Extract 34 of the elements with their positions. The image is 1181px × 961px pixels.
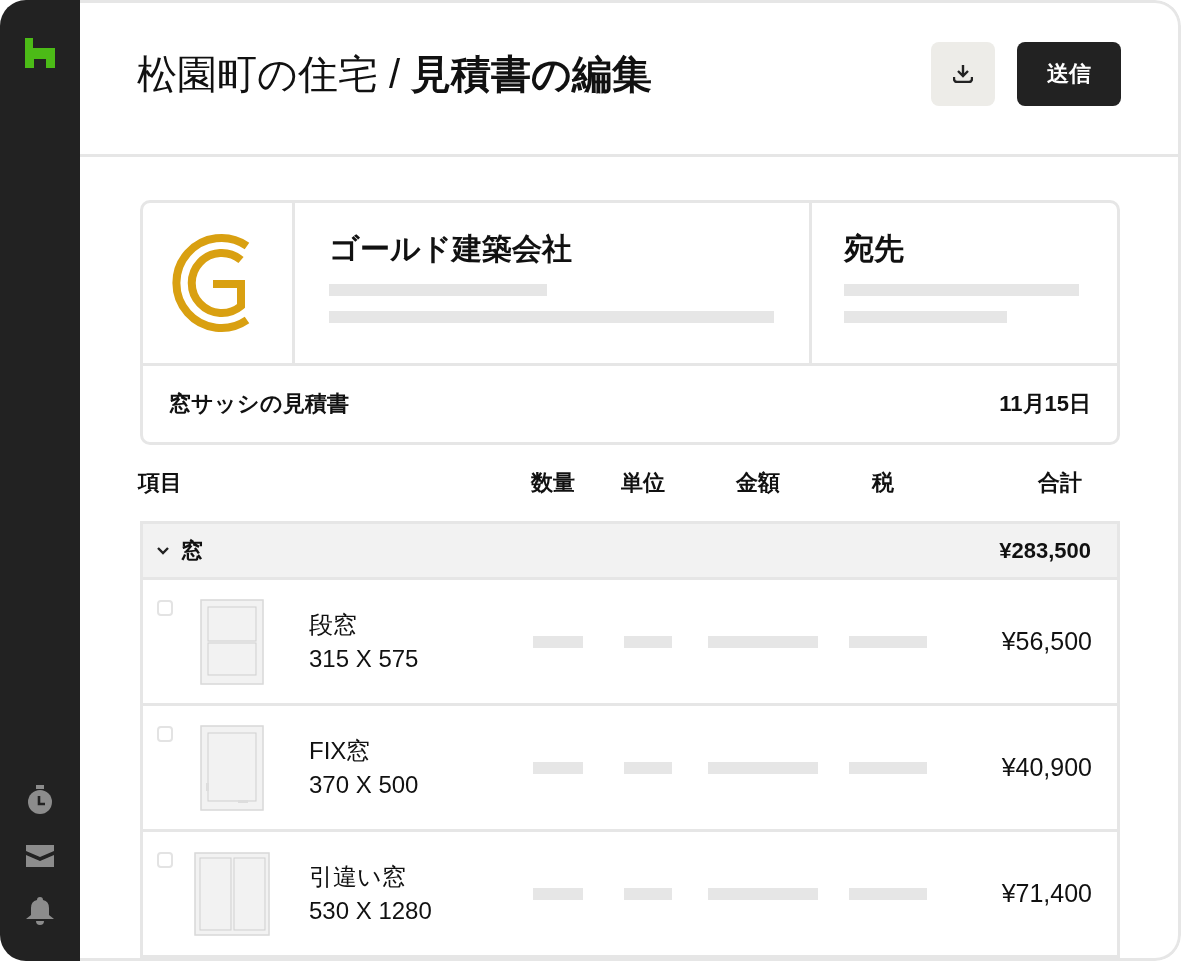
column-header: 金額: [735, 469, 781, 497]
stopwatch-icon[interactable]: [26, 785, 54, 815]
checkbox[interactable]: [157, 600, 173, 616]
checkbox[interactable]: [157, 726, 173, 742]
item-size: 315 X 575: [309, 643, 419, 674]
recipient-label: 宛先: [844, 231, 905, 267]
column-header: 項目: [138, 469, 183, 497]
checkbox[interactable]: [157, 852, 173, 868]
company-name: ゴールド建築会社: [329, 231, 573, 267]
house-logo-icon[interactable]: [25, 38, 55, 68]
item-name: 段窓: [309, 609, 358, 640]
column-header: 税: [870, 469, 895, 497]
column-header: 合計: [1037, 469, 1083, 497]
mail-icon[interactable]: [26, 845, 54, 867]
item-name: 引違い窓: [309, 861, 407, 892]
column-header: 単位: [620, 469, 666, 497]
group-name: 窓: [181, 536, 203, 565]
item-size: 530 X 1280: [309, 895, 432, 926]
quote-title: 窓サッシの見積書: [169, 390, 349, 418]
group-row[interactable]: 窓 ¥283,500: [143, 524, 1117, 580]
column-header: 数量: [529, 469, 576, 497]
page-title: 松園町の住宅 / 見積書の編集: [137, 51, 653, 98]
bell-icon[interactable]: [26, 897, 54, 925]
item-total: ¥56,500: [1001, 627, 1092, 655]
item-total: ¥40,900: [1001, 753, 1092, 781]
item-total: ¥71,400: [1001, 879, 1092, 907]
group-total: ¥283,500: [999, 537, 1091, 564]
item-size: 370 X 500: [309, 769, 419, 800]
chevron-icon[interactable]: [157, 546, 169, 555]
quote-date: 11月15日: [999, 390, 1091, 418]
download-icon: [953, 64, 973, 83]
download-button[interactable]: [931, 41, 995, 106]
send-button[interactable]: 送信: [1017, 41, 1121, 106]
item-name: FIX窓: [309, 735, 372, 766]
